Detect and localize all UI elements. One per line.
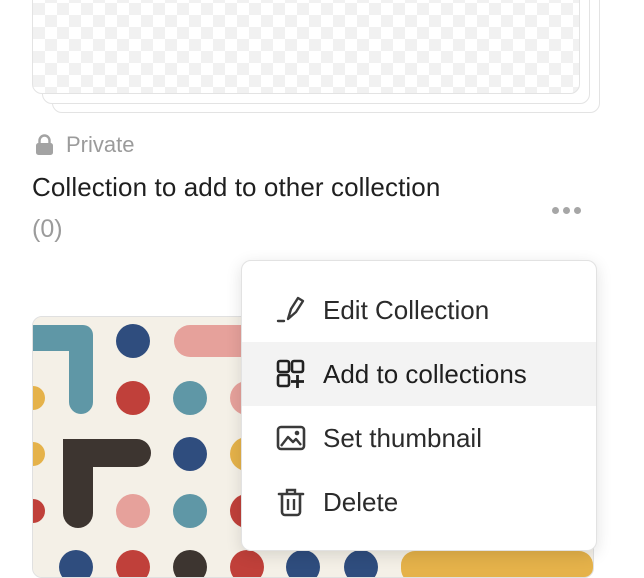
pencil-edit-icon (276, 296, 305, 323)
more-horizontal-icon-dot (551, 206, 559, 214)
image-icon (276, 425, 306, 451)
more-options-button[interactable] (544, 196, 588, 224)
menu-item-add-to-collections[interactable]: Add to collections (242, 342, 596, 406)
menu-item-set-thumbnail[interactable]: Set thumbnail (242, 406, 596, 470)
grid-plus-icon (276, 359, 305, 388)
menu-item-label: Add to collections (323, 358, 527, 389)
collection-title[interactable]: Collection to add to other collection (32, 172, 440, 203)
collection-context-menu: Edit Collection Add to collections Set t… (241, 260, 597, 551)
collection-thumbnail[interactable] (32, 0, 580, 94)
menu-item-edit-collection[interactable]: Edit Collection (242, 278, 596, 342)
privacy-indicator: Private (35, 131, 134, 159)
menu-item-label: Set thumbnail (323, 422, 482, 453)
lock-icon (36, 134, 53, 155)
menu-item-delete[interactable]: Delete (242, 470, 596, 534)
menu-item-label: Delete (323, 486, 399, 517)
menu-item-label: Edit Collection (323, 294, 490, 325)
privacy-label: Private (66, 132, 135, 157)
more-horizontal-icon-dot (562, 206, 570, 214)
more-horizontal-icon-dot (573, 206, 581, 214)
collection-item-count: (0) (32, 215, 63, 243)
trash-icon (277, 488, 305, 517)
